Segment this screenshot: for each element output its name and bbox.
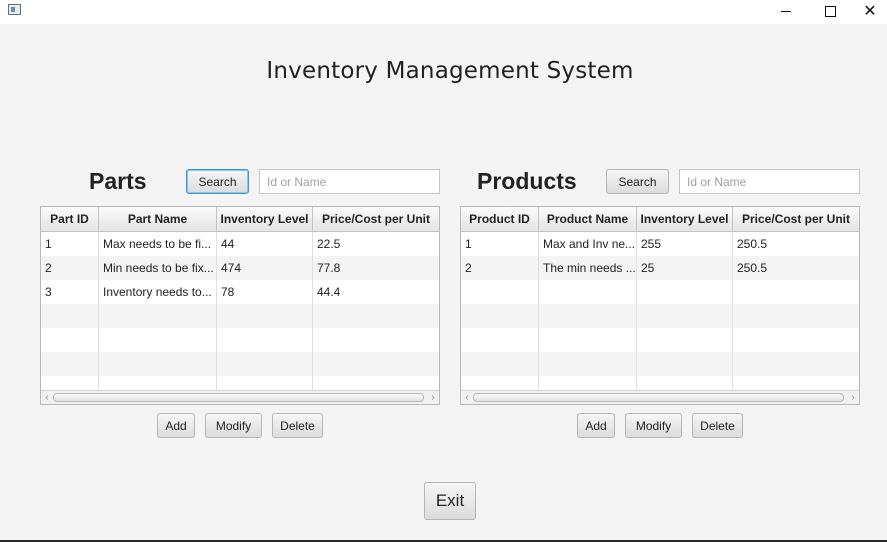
maximize-icon bbox=[824, 5, 836, 17]
scroll-right-icon[interactable]: › bbox=[427, 391, 439, 403]
product-id-cell: 1 bbox=[461, 232, 539, 256]
part-id-cell: 2 bbox=[41, 256, 99, 280]
table-row[interactable]: 2 Min needs to be fix... 474 77.8 bbox=[41, 256, 439, 280]
empty-row bbox=[461, 304, 859, 328]
part-inventory-cell: 474 bbox=[217, 256, 313, 280]
product-name-cell: Max and Inv ne... bbox=[539, 232, 637, 256]
table-row[interactable]: 2 The min needs ... 25 250.5 bbox=[461, 256, 859, 280]
products-col-product-name[interactable]: Product Name bbox=[539, 207, 637, 231]
close-button[interactable]: ✕ bbox=[853, 0, 887, 22]
part-id-cell: 3 bbox=[41, 280, 99, 304]
products-title: Products bbox=[477, 168, 577, 194]
part-name-cell: Inventory needs to... bbox=[99, 280, 217, 304]
parts-table-header: Part ID Part Name Inventory Level Price/… bbox=[41, 207, 439, 232]
table-row[interactable]: 1 Max needs to be fi... 44 22.5 bbox=[41, 232, 439, 256]
product-id-cell: 2 bbox=[461, 256, 539, 280]
parts-col-inventory-level[interactable]: Inventory Level bbox=[217, 207, 313, 231]
parts-title: Parts bbox=[89, 168, 147, 194]
part-id-cell: 1 bbox=[41, 232, 99, 256]
part-name-cell: Max needs to be fi... bbox=[99, 232, 217, 256]
products-table-header: Product ID Product Name Inventory Level … bbox=[461, 207, 859, 232]
parts-horizontal-scrollbar[interactable]: ‹ › bbox=[41, 390, 439, 404]
products-delete-button[interactable]: Delete bbox=[692, 413, 743, 438]
part-price-cell: 77.8 bbox=[317, 261, 341, 275]
table-row[interactable]: 1 Max and Inv ne... 255 250.5 bbox=[461, 232, 859, 256]
part-inventory-cell: 44 bbox=[217, 232, 313, 256]
parts-col-part-name[interactable]: Part Name bbox=[99, 207, 217, 231]
scroll-left-icon[interactable]: ‹ bbox=[461, 391, 473, 403]
minimize-button[interactable] bbox=[764, 0, 808, 22]
part-name-cell: Min needs to be fix... bbox=[99, 256, 217, 280]
scrollbar-thumb[interactable] bbox=[473, 393, 844, 402]
product-name-cell: The min needs ... bbox=[539, 256, 637, 280]
empty-row bbox=[41, 352, 439, 376]
parts-add-button[interactable]: Add bbox=[157, 413, 195, 438]
products-table-body: 1 Max and Inv ne... 255 250.5 2 The min … bbox=[461, 232, 859, 400]
empty-row bbox=[41, 328, 439, 352]
products-search-input[interactable] bbox=[679, 169, 860, 194]
empty-row bbox=[461, 352, 859, 376]
scrollbar-thumb[interactable] bbox=[53, 393, 424, 402]
empty-row bbox=[461, 328, 859, 352]
parts-table-body: 1 Max needs to be fi... 44 22.5 2 Min ne… bbox=[41, 232, 439, 400]
empty-row bbox=[461, 280, 859, 304]
product-inventory-cell: 255 bbox=[637, 232, 733, 256]
part-price-cell: 44.4 bbox=[317, 285, 341, 299]
page-title: Inventory Management System bbox=[266, 58, 634, 84]
parts-delete-button[interactable]: Delete bbox=[272, 413, 323, 438]
close-icon: ✕ bbox=[863, 3, 877, 20]
window-titlebar: ✕ bbox=[0, 0, 887, 24]
app-icon bbox=[8, 4, 21, 15]
products-add-button[interactable]: Add bbox=[577, 413, 615, 438]
part-price-cell: 22.5 bbox=[317, 237, 341, 251]
parts-search-input[interactable] bbox=[259, 169, 440, 194]
products-col-inventory-level[interactable]: Inventory Level bbox=[637, 207, 733, 231]
part-inventory-cell: 78 bbox=[217, 280, 313, 304]
scroll-left-icon[interactable]: ‹ bbox=[41, 391, 53, 403]
scroll-right-icon[interactable]: › bbox=[847, 391, 859, 403]
product-price-cell: 250.5 bbox=[737, 261, 768, 275]
minimize-icon bbox=[781, 10, 791, 12]
product-price-cell: 250.5 bbox=[737, 237, 768, 251]
exit-button[interactable]: Exit bbox=[424, 482, 476, 520]
products-search-button[interactable]: Search bbox=[606, 169, 669, 194]
products-col-price[interactable]: Price/Cost per Unit bbox=[733, 207, 859, 231]
parts-search-button[interactable]: Search bbox=[186, 169, 249, 194]
products-col-product-id[interactable]: Product ID bbox=[461, 207, 539, 231]
empty-row bbox=[41, 304, 439, 328]
parts-modify-button[interactable]: Modify bbox=[205, 413, 262, 438]
parts-col-price[interactable]: Price/Cost per Unit bbox=[313, 207, 439, 231]
products-horizontal-scrollbar[interactable]: ‹ › bbox=[461, 390, 859, 404]
product-inventory-cell: 25 bbox=[637, 256, 733, 280]
products-modify-button[interactable]: Modify bbox=[625, 413, 682, 438]
table-row[interactable]: 3 Inventory needs to... 78 44.4 bbox=[41, 280, 439, 304]
maximize-button[interactable] bbox=[808, 0, 852, 22]
parts-col-part-id[interactable]: Part ID bbox=[41, 207, 99, 231]
parts-table: Part ID Part Name Inventory Level Price/… bbox=[40, 206, 440, 405]
products-table: Product ID Product Name Inventory Level … bbox=[460, 206, 860, 405]
